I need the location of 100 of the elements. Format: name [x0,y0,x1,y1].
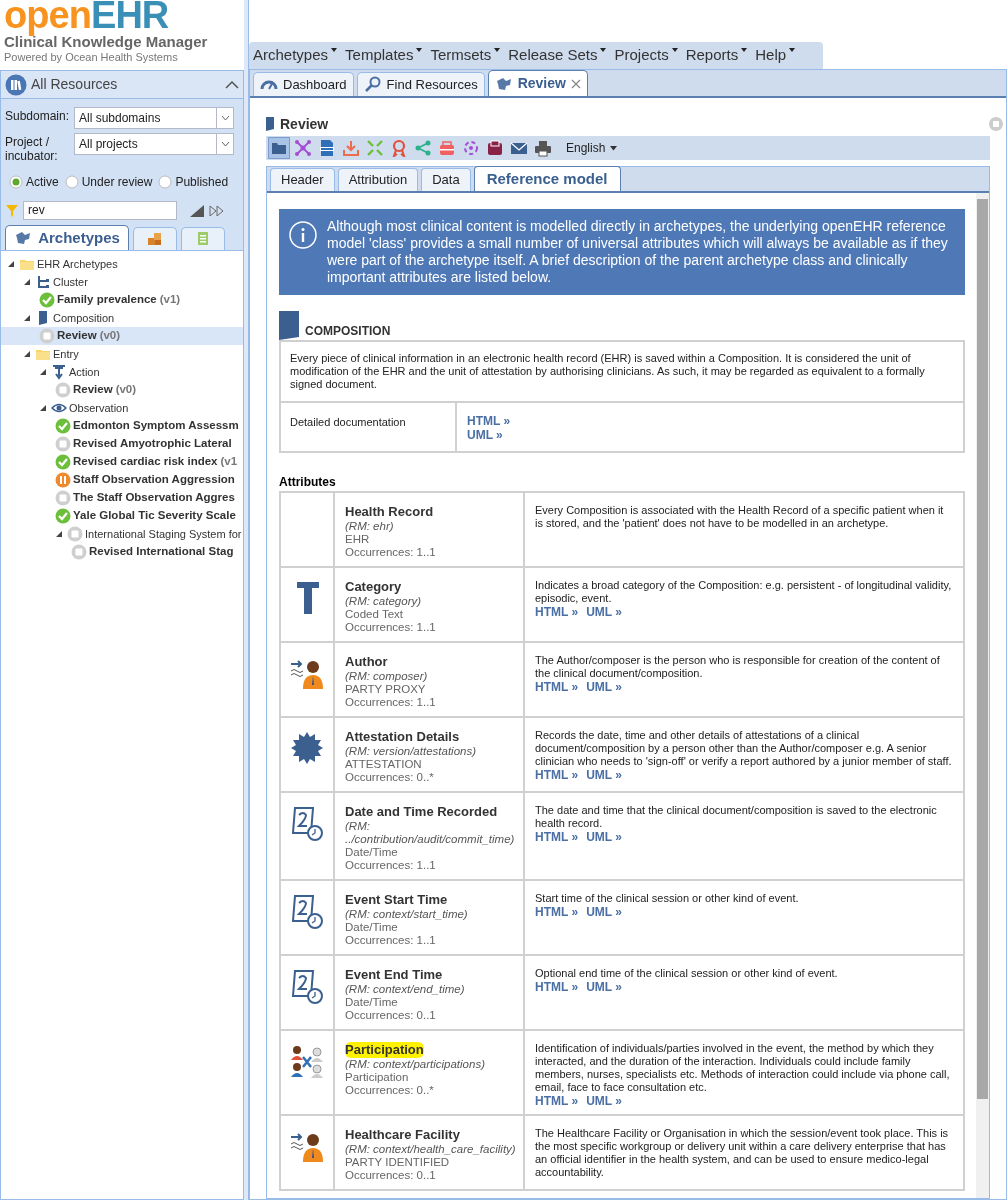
radio-button[interactable] [158,175,173,189]
item-label: Yale Global Tic Severity Scale [73,508,236,524]
tree-item[interactable]: Family prevalence (v1) [1,291,243,309]
radio-button[interactable] [9,175,23,189]
menu-item[interactable]: Templates [345,44,423,67]
spinner-icon[interactable] [462,139,480,157]
menu-item[interactable]: Help [755,44,796,67]
link[interactable]: UML » [586,980,622,994]
menu-item[interactable]: Reports [685,44,748,67]
sidebar-tab[interactable]: Archetypes [5,225,129,250]
occurrences: Occurrences: 1..1 [345,859,436,872]
expand-triangle-icon[interactable] [39,404,47,412]
tree-node-label[interactable]: International Staging System for [85,525,242,543]
filter-icon [5,203,19,218]
caret-icon [416,47,423,54]
tree-item[interactable]: Staff Observation Aggression [1,471,243,489]
attribute-name: Healthcare Facility [345,1127,460,1143]
link[interactable]: UML » [586,1094,622,1108]
tree-node-label[interactable]: Entry [53,345,79,363]
expand-triangle-icon[interactable] [23,314,31,322]
check-icon [55,418,71,434]
tree-node-label[interactable]: Observation [69,399,129,417]
download-icon[interactable] [342,139,360,157]
menu-item[interactable]: Termsets [430,44,501,67]
tree-node-label[interactable]: Composition [53,309,115,327]
link[interactable]: UML » [586,830,622,844]
archive-icon[interactable] [486,139,504,157]
tab[interactable]: Find Resources [356,72,485,96]
pin-icon [51,364,67,380]
menu-item[interactable]: Archetypes [253,44,338,67]
fast-forward-icon[interactable] [209,203,225,218]
data-type: Participation [345,1071,409,1084]
toolbox-icon[interactable] [438,139,456,157]
close-icon[interactable] [570,78,581,89]
link[interactable]: HTML » [467,414,511,428]
tree-item[interactable]: Yale Global Tic Severity Scale [1,507,243,525]
tree-item[interactable]: Revised International Stag [1,543,243,561]
ribbon-icon[interactable] [390,139,408,157]
link[interactable]: UML » [586,768,622,782]
file-icon[interactable] [318,139,336,157]
people-icon [289,1043,325,1079]
tab[interactable]: Dashboard [253,72,354,96]
share-icon[interactable] [414,139,432,157]
print-icon[interactable] [534,139,552,157]
tree-item[interactable]: Review (v0) [1,327,243,345]
sidebar-tab[interactable] [133,227,177,250]
tree-item[interactable]: The Staff Observation Aggres [1,489,243,507]
item-label: Revised Amyotrophic Lateral [73,436,232,452]
tab[interactable]: Reference model [473,166,621,191]
link[interactable]: HTML » [535,605,579,619]
collapse-icon[interactable] [225,79,239,90]
tab[interactable]: Data [421,168,471,191]
menu-item[interactable]: Projects [614,44,678,67]
link[interactable]: HTML » [535,830,579,844]
expand-triangle-icon[interactable] [39,368,47,376]
version-label: (v0) [115,382,137,398]
link[interactable]: HTML » [535,680,579,694]
rm-path: (RM: context/start_time) [345,908,468,921]
link[interactable]: UML » [467,428,511,442]
tree-item[interactable]: Revised cardiac risk index (v1 [1,453,243,471]
menu-item[interactable]: Release Sets [508,44,607,67]
search-icon [363,75,382,94]
tab[interactable]: Attribution [337,168,419,191]
tree-item[interactable]: Edmonton Symptom Assessm [1,417,243,435]
sort-icon[interactable] [189,203,205,218]
expand-triangle-icon[interactable] [55,530,63,538]
link[interactable]: UML » [586,905,622,919]
tree-item[interactable]: Revised Amyotrophic Lateral [1,435,243,453]
rm-path: (RM: ehr) [345,520,394,533]
item-label: Family prevalence [57,292,157,308]
tree-node-label[interactable]: Cluster [53,273,88,291]
attribute-description: Records the date, time and other details of attestations of a clinical document/composition by a person other than the Author/composer e.g. A senior clinician who needs to 'sign-off' or verify a report authored by a junior member of staff. [535,729,953,768]
expand-triangle-icon[interactable] [23,278,31,286]
language-dropdown[interactable]: English [566,139,618,157]
tab[interactable]: Header [270,168,335,191]
radio-button[interactable] [64,175,79,189]
tree-item[interactable]: Review (v0) [1,381,243,399]
check-icon [55,454,71,470]
link[interactable]: UML » [586,680,622,694]
search-field[interactable]: rev [23,201,177,220]
attribute-name: Author [345,654,388,670]
tree-node-label[interactable]: EHR Archetypes [37,255,118,273]
link[interactable]: HTML » [535,1094,579,1108]
scrollbar[interactable] [976,193,989,1198]
link[interactable]: HTML » [535,905,579,919]
filter-label: Subdomain: [5,108,70,123]
link[interactable]: UML » [586,605,622,619]
tree-node-label[interactable]: Action [69,363,100,381]
app-subtitle: Powered by Ocean Health Systems [4,51,179,64]
radio-label: Under review [81,174,153,191]
link[interactable]: HTML » [535,980,579,994]
link[interactable]: HTML » [535,768,579,782]
data-type: PARTY PROXY [345,683,426,696]
dropdown[interactable]: All projects [74,133,234,155]
dropdown[interactable]: All subdomains [74,107,234,129]
network-icon[interactable] [294,139,312,157]
expand-triangle-icon[interactable] [7,260,15,268]
tab[interactable]: Review [487,70,588,96]
expand-triangle-icon[interactable] [23,350,31,358]
occurrences: Occurrences: 0..* [345,771,434,784]
